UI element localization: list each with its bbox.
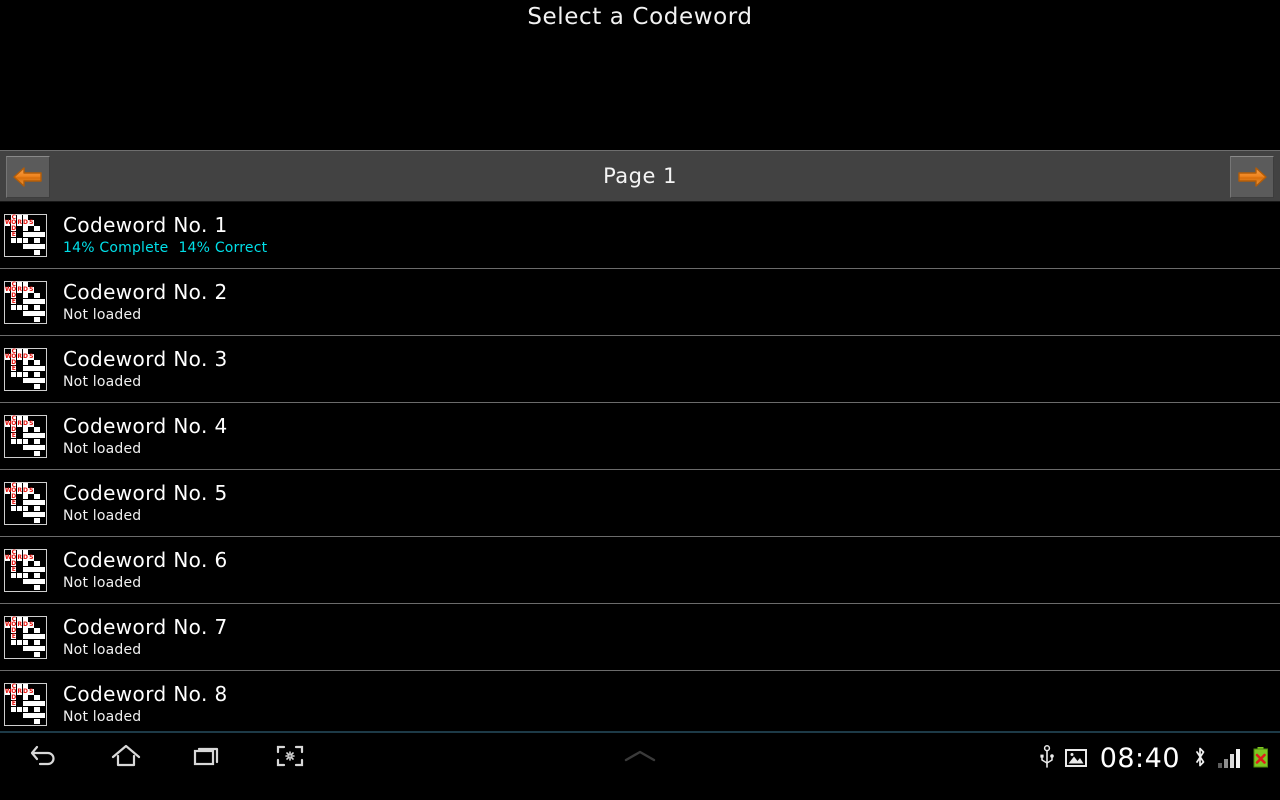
codeword-list-item[interactable]: W O R D S C D E Codeword No. 6 Not loaded (0, 537, 1280, 604)
pager-bar: Page 1 (0, 150, 1280, 202)
codeword-list-item[interactable]: W O R D S C D E Codeword No. 4 Not loaded (0, 403, 1280, 470)
crossword-grid-icon: WORDSCDE (4, 682, 47, 726)
codeword-item-title: Codeword No. 8 (63, 682, 228, 706)
codeword-item-text: Codeword No. 5 Not loaded (63, 481, 228, 525)
battery-error-icon (1252, 745, 1270, 771)
codeword-item-status-primary: Not loaded (63, 374, 142, 390)
previous-page-button[interactable] (6, 156, 50, 198)
codeword-item-status-primary: Not loaded (63, 307, 142, 323)
codeword-list[interactable]: W O R D S C D E Codeword No. 1 14% Complete 14% Co… (0, 202, 1280, 731)
screenshot-button[interactable] (266, 738, 314, 778)
crossword-grid-icon: WORDSCDE (4, 414, 47, 458)
codeword-item-status: Not loaded (63, 507, 228, 525)
expand-handle-button[interactable] (616, 738, 664, 778)
back-icon (29, 743, 59, 773)
clock: 08:40 (1099, 742, 1180, 774)
home-button[interactable] (102, 738, 150, 778)
codeword-list-item[interactable]: W O R D S C D E Codeword No. 5 Not loaded (0, 470, 1280, 537)
crossword-grid-icon: WORDSCDE (4, 615, 47, 659)
page-indicator: Page 1 (603, 164, 677, 188)
codeword-item-text: Codeword No. 2 Not loaded (63, 280, 228, 324)
crossword-grid-icon: WORDSCDE (4, 280, 47, 324)
recents-icon (192, 743, 224, 773)
status-tray[interactable]: 08:40 (1039, 743, 1280, 774)
codeword-item-status-primary: 14% Complete (63, 240, 169, 256)
codeword-item-status: Not loaded (63, 440, 228, 458)
codeword-item-text: Codeword No. 3 Not loaded (63, 347, 228, 391)
usb-icon (1039, 745, 1055, 771)
codeword-item-text: Codeword No. 7 Not loaded (63, 615, 228, 659)
crossword-grid-icon: WORDSCDE (4, 481, 47, 525)
codeword-list-item[interactable]: W O R D S C D E Codeword No. 8 Not loaded (0, 671, 1280, 731)
codeword-item-title: Codeword No. 2 (63, 280, 228, 304)
crossword-grid-icon: WORDSCDE (4, 548, 47, 592)
codeword-item-title: Codeword No. 5 (63, 481, 228, 505)
codeword-item-text: Codeword No. 1 14% Complete 14% Correct (63, 213, 267, 257)
codeword-item-title: Codeword No. 4 (63, 414, 228, 438)
recents-button[interactable] (184, 738, 232, 778)
arrow-right-icon (1237, 165, 1267, 189)
codeword-item-status-primary: Not loaded (63, 575, 142, 591)
codeword-item-status: 14% Complete 14% Correct (63, 239, 267, 257)
codeword-item-status: Not loaded (63, 708, 228, 726)
signal-bars-icon (1217, 746, 1243, 770)
codeword-item-text: Codeword No. 6 Not loaded (63, 548, 228, 592)
codeword-item-title: Codeword No. 3 (63, 347, 228, 371)
page-title: Select a Codeword (527, 4, 753, 30)
arrow-left-icon (13, 165, 43, 189)
crossword-grid-icon: WORDSCDE (4, 213, 47, 257)
codeword-list-item[interactable]: W O R D S C D E Codeword No. 3 Not loaded (0, 336, 1280, 403)
back-button[interactable] (20, 738, 68, 778)
chevron-up-icon (618, 746, 662, 770)
codeword-item-title: Codeword No. 6 (63, 548, 228, 572)
codeword-item-status: Not loaded (63, 574, 228, 592)
codeword-item-status-primary: Not loaded (63, 709, 142, 725)
screenshot-icon (275, 743, 305, 773)
codeword-item-status-secondary: 14% Correct (178, 240, 268, 256)
image-icon (1064, 747, 1088, 769)
codeword-item-status: Not loaded (63, 373, 228, 391)
codeword-list-item[interactable]: W O R D S C D E Codeword No. 1 14% Complete 14% Co… (0, 202, 1280, 269)
codeword-item-text: Codeword No. 8 Not loaded (63, 682, 228, 726)
codeword-item-status-primary: Not loaded (63, 508, 142, 524)
codeword-item-status: Not loaded (63, 641, 228, 659)
codeword-list-item[interactable]: W O R D S C D E Codeword No. 2 Not loaded (0, 269, 1280, 336)
crossword-grid-icon: WORDSCDE (4, 347, 47, 391)
system-navigation-bar: 08:40 (0, 731, 1280, 783)
next-page-button[interactable] (1230, 156, 1274, 198)
codeword-item-title: Codeword No. 1 (63, 213, 228, 237)
codeword-item-status-primary: Not loaded (63, 441, 142, 457)
codeword-item-title: Codeword No. 7 (63, 615, 228, 639)
codeword-list-item[interactable]: W O R D S C D E Codeword No. 7 Not loaded (0, 604, 1280, 671)
home-icon (110, 743, 142, 773)
codeword-item-status: Not loaded (63, 306, 228, 324)
bluetooth-icon (1192, 745, 1208, 771)
codeword-item-status-primary: Not loaded (63, 642, 142, 658)
codeword-item-text: Codeword No. 4 Not loaded (63, 414, 228, 458)
